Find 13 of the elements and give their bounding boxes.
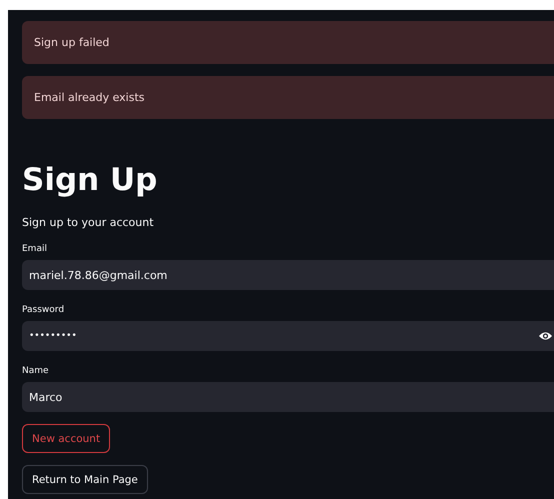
return-button[interactable]: Return to Main Page — [22, 465, 148, 494]
field-label: Name — [22, 366, 50, 376]
alert-message: Email already exists — [34, 91, 145, 104]
input-field[interactable]: mariel.78.86@gmail.com — [22, 260, 554, 290]
new-account-button[interactable]: New account — [22, 424, 110, 453]
page-subtitle: Sign up to your account — [22, 216, 155, 229]
password-field[interactable]: ••••••••• — [22, 321, 554, 351]
page-heading: Sign Up — [22, 161, 158, 200]
field-label: Password — [22, 305, 66, 315]
input-field[interactable]: Marco — [22, 382, 554, 412]
eye-icon[interactable] — [539, 331, 552, 341]
alert-message: Sign up failed — [34, 36, 110, 49]
field-label: Email — [22, 244, 48, 254]
